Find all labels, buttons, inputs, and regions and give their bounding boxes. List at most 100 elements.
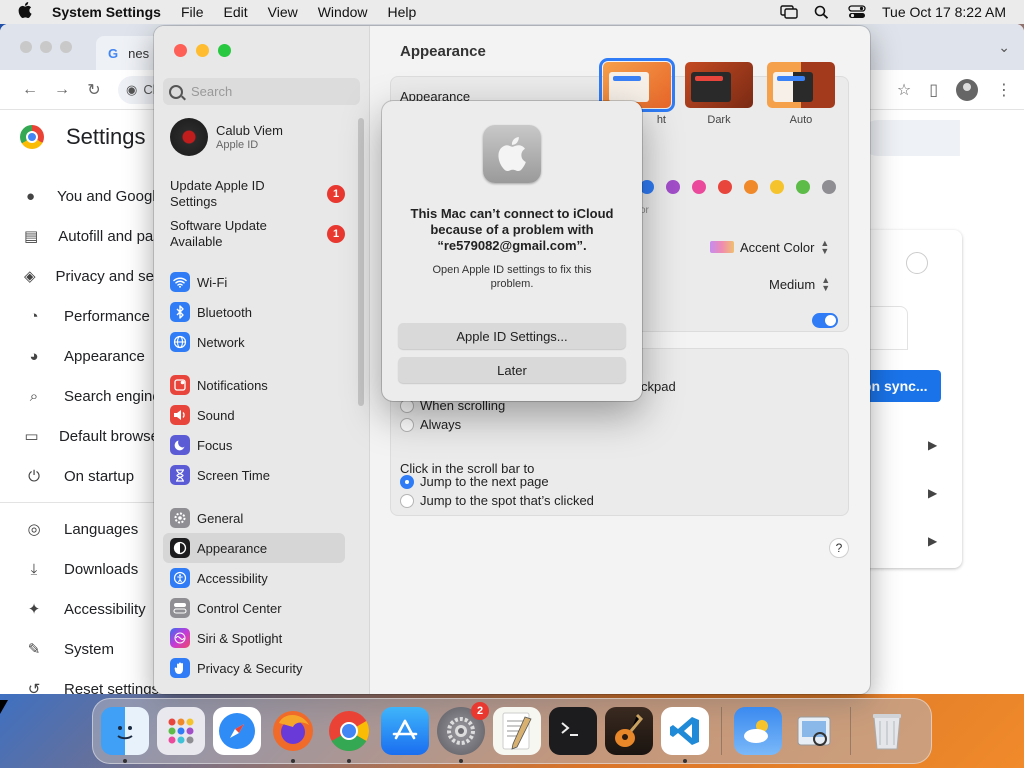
control-center-icon <box>170 598 190 618</box>
sidebar-item-label: Privacy & Security <box>197 660 303 676</box>
sidebar-icon-size-popup[interactable]: Medium ▲ ▼ <box>769 276 830 293</box>
trash-icon[interactable] <box>863 707 911 755</box>
garageband-icon[interactable] <box>605 707 653 755</box>
chrome-nav-you-and-google[interactable]: ● You and Google <box>24 176 164 216</box>
apple-id-account[interactable]: Calub Viem Apple ID <box>170 118 283 156</box>
close-button[interactable] <box>174 44 187 57</box>
minimize-button[interactable] <box>196 44 209 57</box>
menu-view[interactable]: View <box>268 4 298 20</box>
chrome-icon[interactable] <box>325 707 373 763</box>
bookmark-star-icon[interactable]: ☆ <box>897 80 911 100</box>
side-panel-icon[interactable]: ▯ <box>929 80 938 100</box>
terminal-icon[interactable] <box>549 707 597 755</box>
sidebar-item-wifi[interactable]: Wi-Fi <box>163 267 345 297</box>
chrome-nav-on-startup[interactable]: ⏻ On startup <box>24 456 164 496</box>
scroll-option-always[interactable]: Always <box>400 417 461 432</box>
help-button[interactable]: ? <box>829 538 849 558</box>
accent-color-red[interactable] <box>718 180 732 194</box>
accent-color-blue[interactable] <box>640 180 654 194</box>
tab-search-chevron-icon[interactable]: ⌄ <box>998 39 1010 56</box>
accent-color-graphite[interactable] <box>822 180 836 194</box>
sidebar-item-screen-time[interactable]: Screen Time <box>163 460 345 490</box>
menu-edit[interactable]: Edit <box>224 4 248 20</box>
update-apple-id-settings-item[interactable]: Update Apple ID Settings 1 <box>170 178 345 210</box>
menu-file[interactable]: File <box>181 4 204 20</box>
accent-color-green[interactable] <box>796 180 810 194</box>
sidebar-item-control-center[interactable]: Control Center <box>163 593 345 623</box>
chrome-nav-downloads[interactable]: ⤓ Downloads <box>24 549 164 589</box>
chrome-close-button[interactable] <box>20 41 32 53</box>
chrome-nav-accessibility[interactable]: ✦ Accessibility <box>24 589 164 629</box>
chrome-minimize-button[interactable] <box>40 41 52 53</box>
more-menu-icon[interactable]: ⋮ <box>996 80 1012 100</box>
theme-option-dark[interactable]: Dark <box>684 62 754 126</box>
chrome-nav-search-engine[interactable]: ⌕ Search engine <box>24 376 164 416</box>
search-input[interactable] <box>191 84 351 99</box>
safari-icon[interactable] <box>213 707 261 755</box>
spotlight-search-icon[interactable] <box>814 5 832 19</box>
theme-caption: Dark <box>707 114 731 126</box>
forward-arrow-icon[interactable]: → <box>46 81 78 99</box>
wallpaper-tinting-toggle[interactable] <box>812 313 838 328</box>
vscode-icon[interactable] <box>661 707 709 763</box>
chrome-nav-reset[interactable]: ↺ Reset settings <box>24 669 164 695</box>
profile-avatar-icon[interactable] <box>956 78 978 101</box>
firefox-icon[interactable] <box>269 707 317 763</box>
sidebar-item-siri-spotlight[interactable]: Siri & Spotlight <box>163 623 345 653</box>
sidebar-item-network[interactable]: Network <box>163 327 345 357</box>
person-icon: ● <box>25 187 35 205</box>
menu-clock[interactable]: Tue Oct 17 8:22 AM <box>882 4 1006 20</box>
finder-icon[interactable] <box>101 707 149 763</box>
app-store-icon[interactable] <box>381 707 429 755</box>
chevron-right-icon[interactable]: ▶ <box>928 534 937 548</box>
apple-id-settings-button[interactable]: Apple ID Settings... <box>398 323 626 349</box>
software-update-item[interactable]: Software Update Available 1 <box>170 218 345 250</box>
page-title: Appearance <box>400 43 486 60</box>
chevron-right-icon[interactable]: ▶ <box>928 486 937 500</box>
sidebar-item-accessibility[interactable]: Accessibility <box>163 563 345 593</box>
app-name-menu[interactable]: System Settings <box>52 4 161 20</box>
settings-search-input[interactable] <box>860 120 960 156</box>
sidebar-item-privacy-security[interactable]: Privacy & Security <box>163 653 345 683</box>
reload-icon[interactable]: ↻ <box>78 80 110 100</box>
control-center-icon[interactable] <box>848 5 866 19</box>
sidebar-item-notifications[interactable]: Notifications <box>163 370 345 400</box>
accent-color-orange[interactable] <box>744 180 758 194</box>
card-inner-panel <box>868 306 908 350</box>
chrome-nav-default-browser[interactable]: ▭ Default browser <box>24 416 164 456</box>
weather-icon[interactable] <box>734 707 782 755</box>
chrome-nav-appearance[interactable]: ◕ Appearance <box>24 336 164 376</box>
chrome-nav-performance[interactable]: ◔ Performance <box>24 296 164 336</box>
theme-option-auto[interactable]: Auto <box>766 62 836 126</box>
system-settings-dock-icon[interactable]: 2 <box>437 702 489 763</box>
preview-icon[interactable] <box>790 707 838 755</box>
accent-color-purple[interactable] <box>666 180 680 194</box>
back-arrow-icon[interactable]: ← <box>14 81 46 99</box>
click-option-next-page[interactable]: Jump to the next page <box>400 474 549 489</box>
chrome-nav-languages[interactable]: ◎ Languages <box>24 509 164 549</box>
chevron-right-icon[interactable]: ▶ <box>928 438 937 452</box>
zoom-button[interactable] <box>218 44 231 57</box>
chrome-nav-privacy[interactable]: ◈ Privacy and security <box>24 256 164 296</box>
later-button[interactable]: Later <box>398 357 626 383</box>
accent-color-yellow[interactable] <box>770 180 784 194</box>
sidebar-item-sound[interactable]: Sound <box>163 400 345 430</box>
chrome-nav-autofill[interactable]: ▤ Autofill and passwords <box>24 216 164 256</box>
launchpad-icon[interactable] <box>157 707 205 755</box>
menu-help[interactable]: Help <box>388 4 417 20</box>
click-option-spot-clicked[interactable]: Jump to the spot that’s clicked <box>400 493 594 508</box>
menu-window[interactable]: Window <box>318 4 368 20</box>
sidebar-scrollbar[interactable] <box>358 118 364 406</box>
accent-color-pink[interactable] <box>692 180 706 194</box>
sidebar-item-general[interactable]: General <box>163 503 345 533</box>
sidebar-item-appearance[interactable]: Appearance <box>163 533 345 563</box>
chrome-nav-system[interactable]: ✎ System <box>24 629 164 669</box>
textedit-icon[interactable] <box>493 707 541 755</box>
sidebar-item-focus[interactable]: Focus <box>163 430 345 460</box>
screen-mirroring-icon[interactable] <box>780 5 798 19</box>
sidebar-item-bluetooth[interactable]: Bluetooth <box>163 297 345 327</box>
running-indicator <box>459 759 463 763</box>
chrome-zoom-button[interactable] <box>60 41 72 53</box>
apple-menu-icon[interactable] <box>18 1 38 23</box>
highlight-color-popup[interactable]: Accent Color ▲ ▼ <box>710 239 829 256</box>
